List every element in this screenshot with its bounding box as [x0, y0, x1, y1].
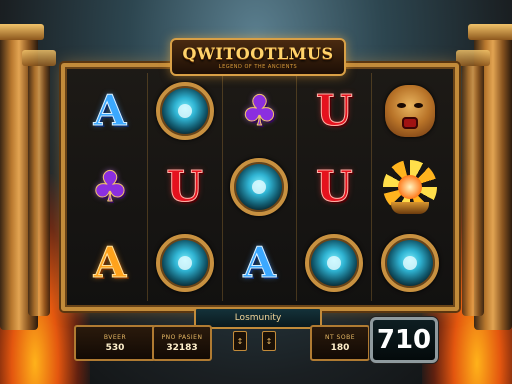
- balance-label: BVEER: [103, 333, 127, 341]
- reel-cell: [223, 149, 298, 225]
- pillar-right-inner: [456, 50, 490, 316]
- reel-cell: [372, 149, 447, 225]
- win-value: 32183: [166, 342, 198, 353]
- medallion-icon: [230, 158, 289, 216]
- sun-icon: [382, 160, 437, 214]
- reel-cell: U: [148, 149, 223, 225]
- control-bar: Losmunity BVEER 530 PNO PASIEN 32183 ↕ ↕…: [0, 303, 512, 384]
- bet-decrease-button[interactable]: ↕: [233, 331, 247, 351]
- bet-label: NT SOBE: [325, 333, 355, 341]
- letter-a-icon: A: [93, 238, 127, 287]
- game-title: QWITOOTLMUS: [182, 44, 334, 63]
- letter-a-icon: A: [93, 86, 127, 135]
- medallion-icon: [155, 82, 214, 140]
- reel-cell: ♣: [223, 73, 298, 149]
- reel-grid: A ♣ U ♣ U U A A: [73, 73, 447, 301]
- letter-u-icon: U: [315, 162, 353, 211]
- spin-button[interactable]: 710: [370, 317, 438, 363]
- reel-cell: [372, 73, 447, 149]
- letter-a-icon: A: [243, 238, 277, 287]
- reel-cell: [372, 225, 447, 301]
- balance-value: 530: [105, 342, 125, 353]
- win-panel: PNO PASIEN 32183: [152, 325, 212, 361]
- game-title-banner: QWITOOTLMUS LEGEND OF THE ANCIENTS: [170, 38, 346, 76]
- club-icon: ♣: [91, 162, 130, 211]
- win-label: PNO PASIEN: [161, 333, 203, 341]
- medallion-icon: [155, 234, 214, 292]
- reel-cell: U: [297, 149, 373, 225]
- medallion-icon: [305, 234, 364, 292]
- bet-increase-button[interactable]: ↕: [262, 331, 276, 351]
- reel-cell: ♣: [73, 149, 148, 225]
- letter-u-icon: U: [166, 162, 204, 211]
- pillar-left-inner: [22, 50, 56, 316]
- game-subtitle: LEGEND OF THE ANCIENTS: [218, 64, 298, 70]
- medallion-icon: [380, 234, 439, 292]
- reel-cell: A: [73, 73, 148, 149]
- reel-frame: A ♣ U ♣ U U A A: [61, 63, 459, 311]
- letter-u-icon: U: [315, 86, 353, 135]
- reel-cell: [297, 225, 373, 301]
- reel-cell: [148, 225, 223, 301]
- balance-panel: BVEER 530: [74, 325, 156, 361]
- reel-cell: [148, 73, 223, 149]
- reel-cell: A: [73, 225, 148, 301]
- bet-panel: NT SOBE 180: [310, 325, 370, 361]
- bet-value: 180: [330, 342, 350, 353]
- reel-cell: A: [223, 225, 298, 301]
- mask-icon: [384, 85, 435, 137]
- info-label: Losmunity: [194, 307, 322, 329]
- club-icon: ♣: [240, 86, 279, 135]
- reel-cell: U: [297, 73, 373, 149]
